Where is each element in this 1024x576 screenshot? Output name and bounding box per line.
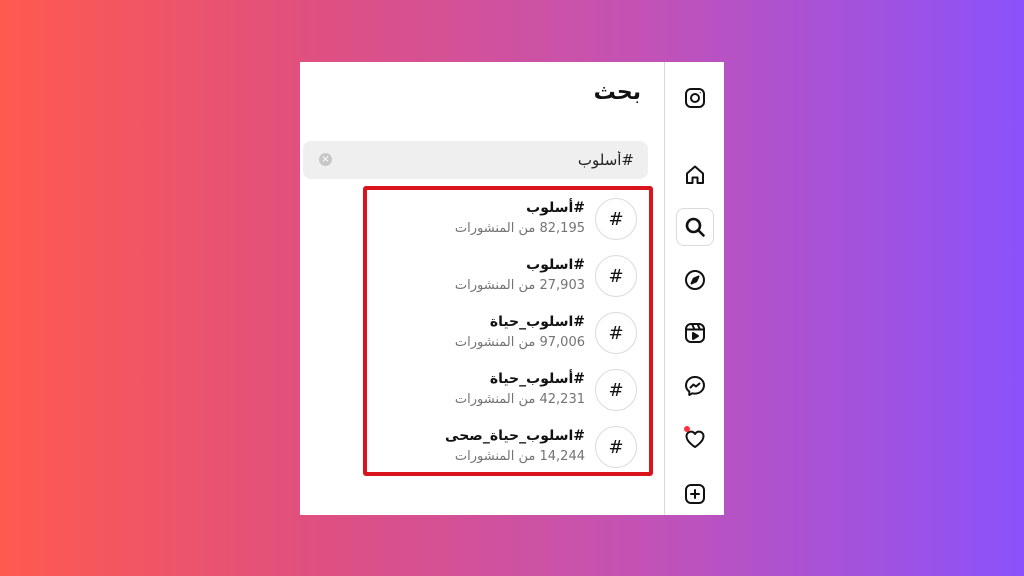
hashtag-name: #اسلوب_حياة xyxy=(489,314,585,330)
nav-reels-button[interactable] xyxy=(676,314,714,352)
close-icon: × xyxy=(321,154,330,165)
instagram-logo-icon xyxy=(685,88,705,108)
instagram-search-panel: بحث × # #أسلوب 82,195 من المنشورات # #اس… xyxy=(300,62,724,515)
search-icon xyxy=(685,217,705,237)
explore-compass-icon xyxy=(685,270,705,290)
reels-icon xyxy=(685,323,705,343)
hashtag-icon: # xyxy=(595,369,637,411)
nav-search-button[interactable] xyxy=(676,208,714,246)
hashtag-icon: # xyxy=(595,255,637,297)
hashtag-post-count: 97,006 من المنشورات xyxy=(454,335,585,350)
hashtag-name: #اسلوب_حياة_صحى xyxy=(445,428,585,444)
hashtag-result[interactable]: # #اسلوب 27,903 من المنشورات xyxy=(367,251,649,303)
hashtag-result[interactable]: # #اسلوب_حياة 97,006 من المنشورات xyxy=(367,308,649,360)
hashtag-name: #اسلوب xyxy=(526,257,585,273)
search-panel-title: بحث xyxy=(593,80,641,105)
search-box[interactable]: × xyxy=(303,141,648,179)
hashtag-post-count: 14,244 من المنشورات xyxy=(454,449,585,464)
hashtag-icon: # xyxy=(595,312,637,354)
hashtag-post-count: 27,903 من المنشورات xyxy=(454,278,585,293)
nav-home-button[interactable] xyxy=(676,156,714,194)
notification-dot xyxy=(684,426,690,432)
hashtag-post-count: 42,231 من المنشورات xyxy=(454,392,585,407)
home-icon xyxy=(686,165,704,184)
hashtag-results-highlight: # #أسلوب 82,195 من المنشورات # #اسلوب 27… xyxy=(363,186,653,476)
clear-search-button[interactable]: × xyxy=(319,153,332,166)
instagram-logo-button[interactable] xyxy=(676,79,714,117)
hashtag-result[interactable]: # #اسلوب_حياة_صحى 14,244 من المنشورات xyxy=(367,422,649,474)
hashtag-result[interactable]: # #أسلوب_حياة 42,231 من المنشورات xyxy=(367,365,649,417)
hashtag-name: #أسلوب_حياة xyxy=(489,371,585,387)
nav-notifications-button[interactable] xyxy=(676,420,714,458)
nav-explore-button[interactable] xyxy=(676,261,714,299)
nav-messages-button[interactable] xyxy=(676,367,714,405)
nav-rail xyxy=(664,62,724,515)
nav-create-button[interactable] xyxy=(676,475,714,513)
hashtag-icon: # xyxy=(595,426,637,468)
messenger-icon xyxy=(685,376,705,396)
hashtag-post-count: 82,195 من المنشورات xyxy=(454,221,585,236)
hashtag-result[interactable]: # #أسلوب 82,195 من المنشورات xyxy=(367,194,649,246)
search-input[interactable] xyxy=(333,141,634,179)
hashtag-icon: # xyxy=(595,198,637,240)
hashtag-name: #أسلوب xyxy=(526,200,585,216)
create-plus-icon xyxy=(685,484,705,504)
